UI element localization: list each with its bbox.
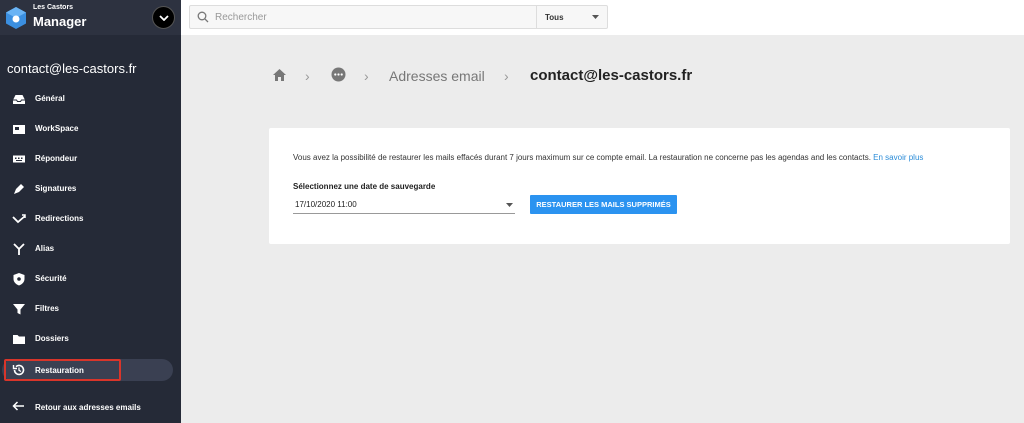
back-link-label: Retour aux adresses emails <box>35 403 141 412</box>
sidebar-item-filtres[interactable]: Filtres <box>0 296 181 322</box>
page-title: contact@les-castors.fr <box>530 67 693 84</box>
breadcrumb-section[interactable]: Adresses email <box>389 68 485 84</box>
sidebar-item-workspace[interactable]: WorkSpace <box>0 116 181 142</box>
shield-icon <box>13 273 25 286</box>
restore-info-text: Vous avez la possibilité de restaurer le… <box>293 153 923 162</box>
search-bar[interactable]: Rechercher Tous <box>189 5 608 29</box>
search-divider <box>536 6 537 28</box>
folder-icon <box>13 335 25 344</box>
backup-date-value: 17/10/2020 11:00 <box>295 200 357 209</box>
sidebar-item-redirections[interactable]: Redirections <box>0 206 181 232</box>
brand-toggle-button[interactable] <box>152 6 175 29</box>
brand-header: Les Castors Manager <box>0 0 181 35</box>
sidebar-item-dossiers[interactable]: Dossiers <box>0 326 181 352</box>
sidebar-item-label: WorkSpace <box>35 124 79 133</box>
arrow-left-icon <box>12 401 24 411</box>
sidebar-item-alias[interactable]: Alias <box>0 236 181 262</box>
sidebar-item-label: Restauration <box>35 366 84 375</box>
breadcrumb-separator-icon: › <box>364 68 369 84</box>
brand-name: Manager <box>33 14 87 29</box>
sidebar-item-label: Filtres <box>35 304 60 313</box>
back-to-emails-link[interactable]: Retour aux adresses emails <box>0 394 181 420</box>
keyboard-icon <box>13 155 25 163</box>
pen-icon <box>14 184 24 194</box>
more-icon[interactable] <box>331 67 346 82</box>
alias-icon <box>13 243 25 255</box>
chevron-down-icon <box>159 15 169 21</box>
restore-icon <box>12 364 25 376</box>
sidebar-item-label: Signatures <box>35 184 77 193</box>
logo-icon <box>6 7 26 29</box>
sidebar-item-label: Sécurité <box>35 274 67 283</box>
caret-down-icon <box>506 203 513 207</box>
account-email: contact@les-castors.fr <box>7 61 137 76</box>
sidebar-item-label: Répondeur <box>35 154 78 163</box>
search-input[interactable]: Rechercher <box>215 12 267 23</box>
home-icon[interactable] <box>272 68 287 82</box>
sidebar-item-label: Alias <box>35 244 55 253</box>
sidebar-item-label: Général <box>35 94 65 103</box>
sidebar-item-label: Redirections <box>35 214 84 223</box>
sidebar-item-repondeur[interactable]: Répondeur <box>0 146 181 172</box>
filter-icon <box>13 304 25 315</box>
breadcrumb-separator-icon: › <box>504 68 509 84</box>
search-filter-select[interactable]: Tous <box>545 13 564 22</box>
sidebar-item-general[interactable]: Général <box>0 86 181 112</box>
restore-info-body: Vous avez la possibilité de restaurer le… <box>293 153 874 162</box>
inbox-icon <box>13 95 25 104</box>
sidebar-item-securite[interactable]: Sécurité <box>0 266 181 292</box>
redirect-icon <box>12 214 26 224</box>
sidebar-item-restauration[interactable]: Restauration <box>2 359 173 381</box>
breadcrumb-separator-icon: › <box>305 68 310 84</box>
caret-down-icon <box>592 15 599 19</box>
backup-date-select[interactable]: 17/10/2020 11:00 <box>293 196 515 214</box>
workspace-icon <box>13 125 25 134</box>
restore-mails-button[interactable]: RESTAURER LES MAILS SUPPRIMÉS <box>530 195 677 214</box>
sidebar: Les Castors Manager contact@les-castors.… <box>0 0 181 423</box>
brand-name-small: Les Castors <box>33 4 74 11</box>
sidebar-item-label: Dossiers <box>35 334 69 343</box>
learn-more-link[interactable]: En savoir plus <box>873 153 923 162</box>
restore-card: Vous avez la possibilité de restaurer le… <box>269 128 1010 244</box>
sidebar-item-signatures[interactable]: Signatures <box>0 176 181 202</box>
search-icon <box>197 11 209 23</box>
backup-date-label: Sélectionnez une date de sauvegarde <box>293 182 436 191</box>
top-bar: Rechercher Tous <box>181 0 1024 35</box>
